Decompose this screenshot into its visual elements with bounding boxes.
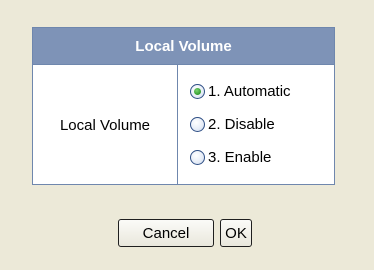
radio-selected-icon[interactable] (190, 83, 205, 99)
option-label: 1. Automatic (208, 82, 291, 100)
option-enable[interactable]: 3. Enable (190, 145, 271, 169)
option-label: 3. Enable (208, 148, 272, 166)
radio-group: 1. Automatic 2. Disable 3. Enable (178, 65, 334, 185)
ok-button[interactable]: OK (220, 219, 252, 247)
panel-body: Local Volume 1. Automatic 2. Disable 3. … (33, 65, 334, 185)
button-bar: Cancel OK (0, 219, 374, 247)
option-disable[interactable]: 2. Disable (190, 112, 275, 136)
local-volume-panel: Local Volume Local Volume 1. Automatic 2… (32, 27, 335, 185)
radio-unselected-icon[interactable] (190, 149, 205, 165)
radio-unselected-icon[interactable] (190, 116, 205, 132)
panel-title: Local Volume (33, 28, 334, 65)
row-label: Local Volume (33, 65, 178, 185)
option-automatic[interactable]: 1. Automatic (190, 79, 291, 103)
option-label: 2. Disable (208, 115, 275, 133)
cancel-button[interactable]: Cancel (118, 219, 214, 247)
